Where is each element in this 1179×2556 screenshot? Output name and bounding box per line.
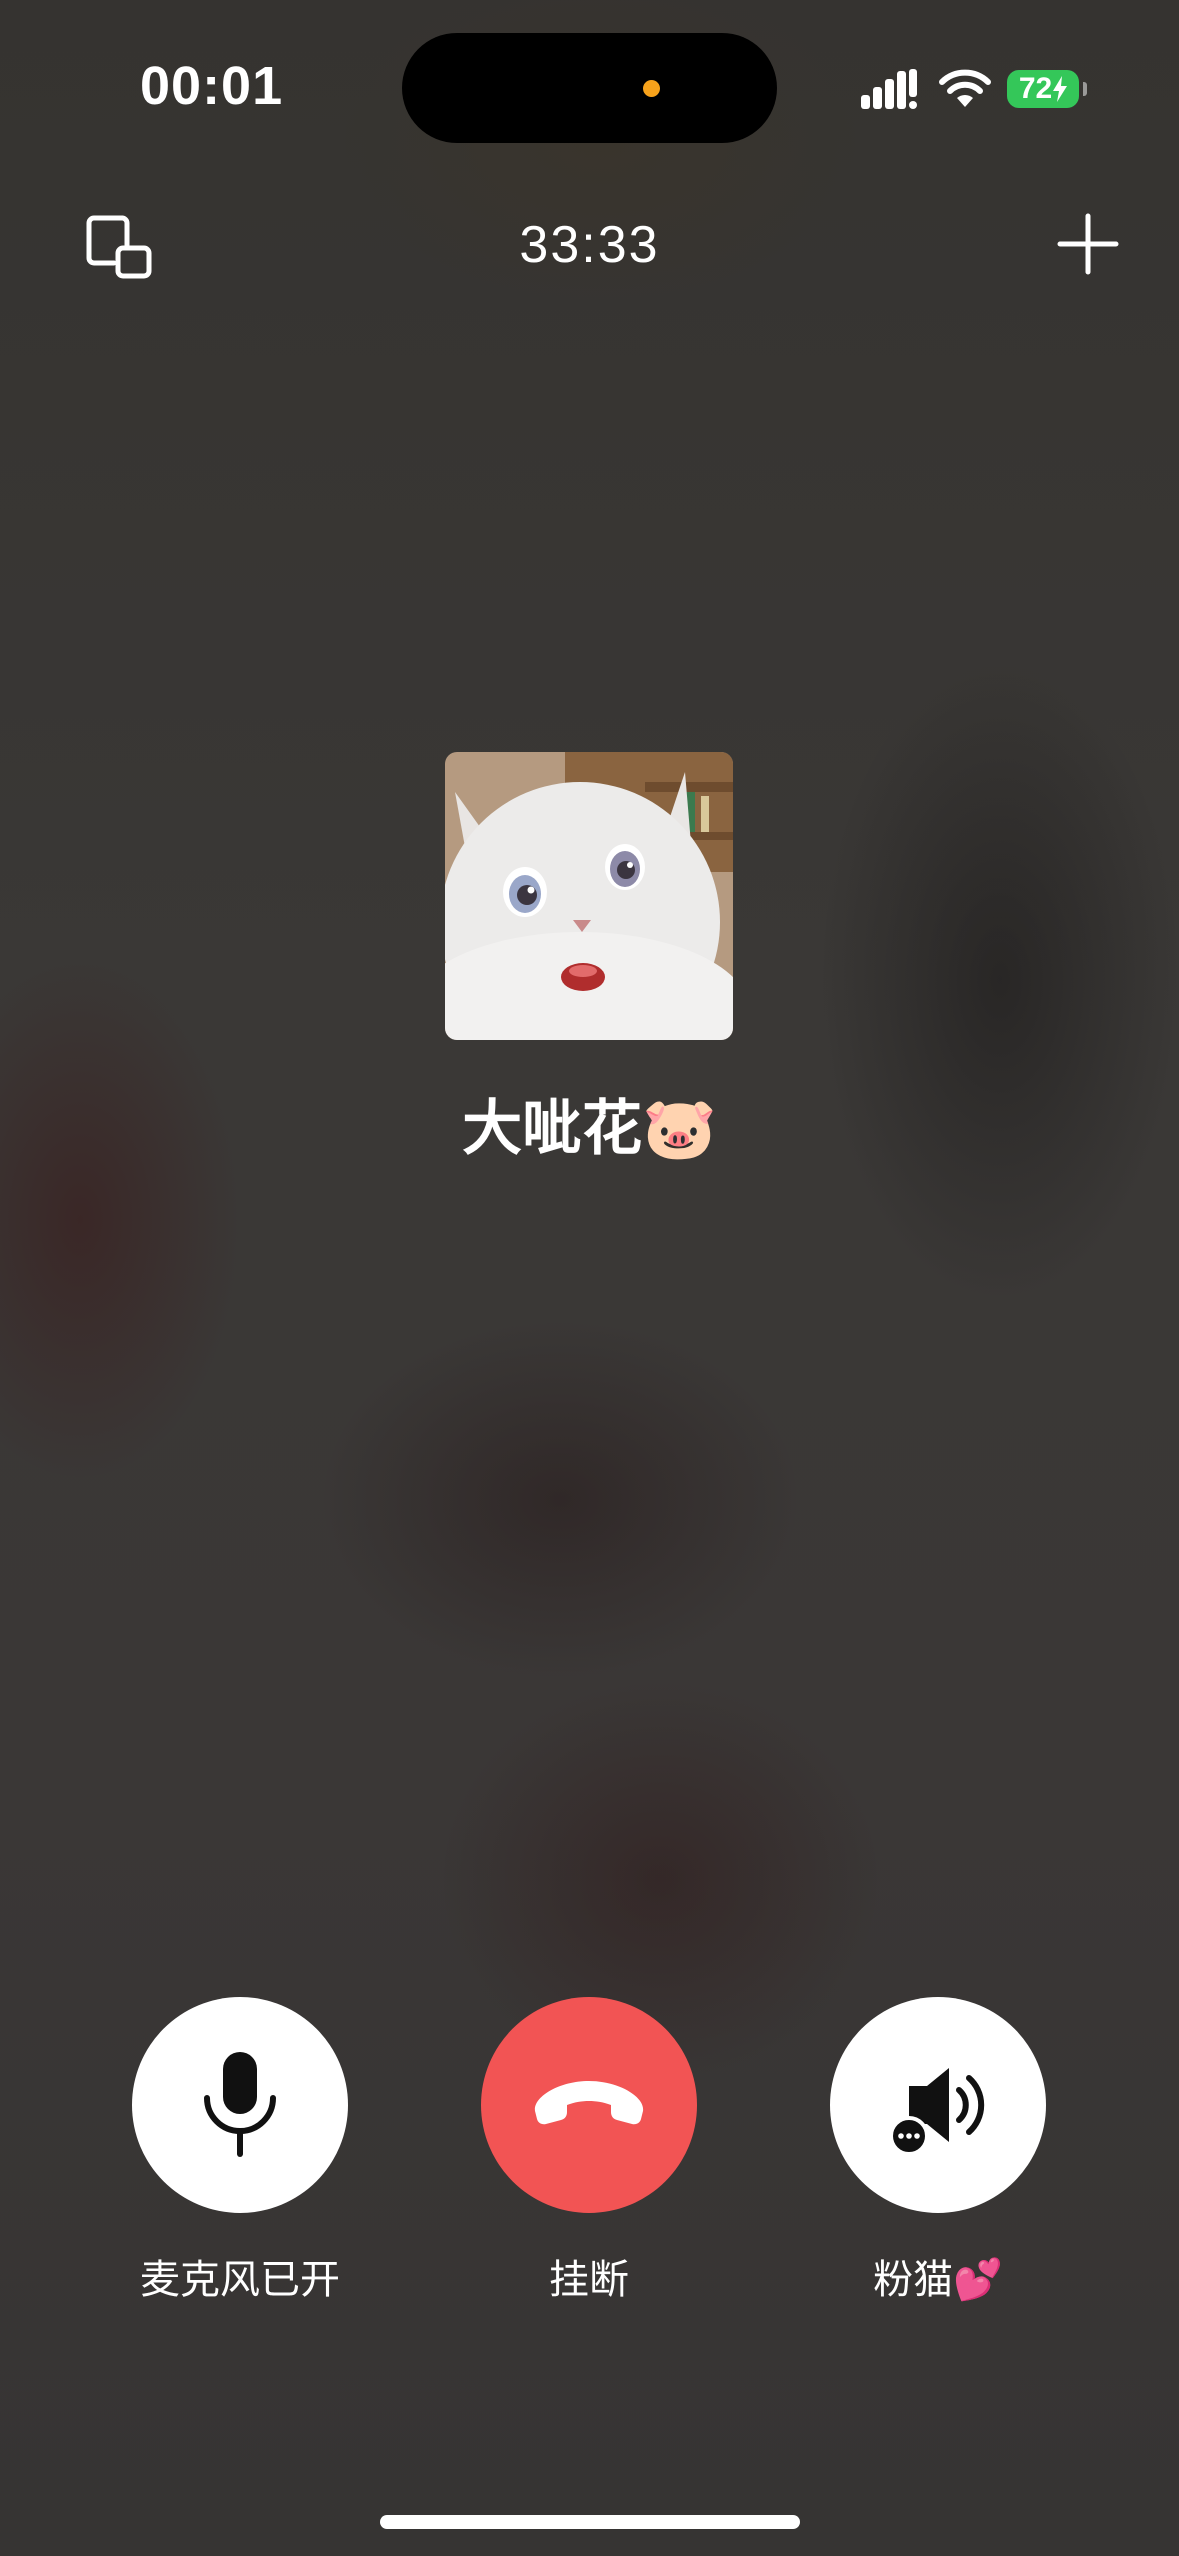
add-icon bbox=[1057, 213, 1119, 275]
caller-name: 大呲花🐷 bbox=[462, 1094, 717, 1164]
white-cat-avatar bbox=[445, 752, 733, 1040]
hangup-label: 挂断 bbox=[549, 2257, 629, 2303]
mic-control: 麦克风已开 bbox=[90, 1997, 390, 2305]
signal-icon bbox=[861, 69, 917, 109]
hangup-button[interactable] bbox=[481, 1997, 697, 2213]
voice-call-screen: 00:01 72 33:33 大呲花🐷 麦克风已开 挂断 粉猫💕 bbox=[0, 0, 1179, 2556]
speaker-button[interactable] bbox=[830, 1997, 1046, 2213]
battery-level: 72 bbox=[1018, 72, 1053, 105]
dynamic-island bbox=[402, 33, 777, 143]
mic-button[interactable] bbox=[132, 1997, 348, 2213]
hangup-control: 挂断 bbox=[439, 1997, 739, 2305]
status-icons: 72 bbox=[861, 62, 1087, 116]
audio-output-icon bbox=[889, 2068, 985, 2156]
status-time: 00:01 bbox=[140, 56, 284, 116]
home-indicator[interactable] bbox=[380, 2515, 800, 2529]
add-participant-button[interactable] bbox=[1048, 204, 1128, 284]
battery-indicator: 72 bbox=[1007, 70, 1087, 108]
microphone-icon bbox=[204, 2052, 276, 2157]
charging-bolt-icon bbox=[1053, 76, 1068, 102]
hang-up-phone-icon bbox=[534, 2081, 644, 2125]
speaker-label: 粉猫💕 bbox=[873, 2257, 1003, 2303]
wifi-icon bbox=[939, 69, 991, 107]
battery-cap bbox=[1083, 82, 1087, 96]
call-duration: 33:33 bbox=[519, 216, 660, 274]
mic-label: 麦克风已开 bbox=[140, 2257, 340, 2303]
speaker-control: 粉猫💕 bbox=[788, 1997, 1088, 2305]
privacy-indicator-dot bbox=[643, 80, 660, 97]
caller-avatar bbox=[445, 752, 733, 1040]
